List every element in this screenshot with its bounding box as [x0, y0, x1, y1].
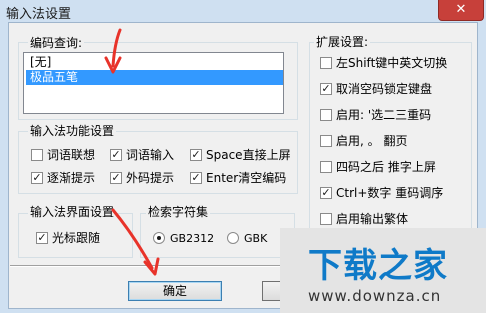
- checkbox-label: 四码之后 推字上屏: [336, 160, 436, 174]
- separator: [10, 265, 300, 267]
- check-icon[interactable]: ✓: [36, 232, 48, 244]
- checkbox-box[interactable]: [320, 213, 332, 225]
- extended-settings-label: 扩展设置:: [314, 35, 371, 49]
- checkbox-label: 取消空码锁定键盘: [336, 82, 433, 96]
- ui-settings-label: 输入法界面设置: [28, 205, 117, 219]
- list-item-selected[interactable]: 极品五笔: [26, 70, 283, 85]
- checkbox-box[interactable]: [320, 109, 332, 121]
- checkbox-box[interactable]: [320, 57, 332, 69]
- radio-dot-icon: [157, 236, 161, 240]
- checkbox-box[interactable]: [320, 161, 332, 173]
- ok-button[interactable]: 确定: [128, 281, 222, 301]
- check-icon[interactable]: ✓: [190, 172, 202, 184]
- checkbox-label: 外码提示: [126, 171, 175, 185]
- check-icon[interactable]: ✓: [110, 149, 122, 161]
- checkbox-label: 启用输出繁体: [336, 212, 409, 226]
- check-icon[interactable]: ✓: [320, 187, 332, 199]
- title-bar[interactable]: 输入法设置 ✕: [0, 0, 486, 22]
- checkbox-label: 启用: '选二三重码: [336, 108, 432, 122]
- window-title: 输入法设置: [6, 7, 72, 22]
- close-button[interactable]: ✕: [438, 0, 484, 21]
- checkbox-box[interactable]: [320, 135, 332, 147]
- settings-window: 输入法设置 ✕ 编码查询: [无] 极品五笔 输入法功能设置 词语联想 ✓ 词语输…: [0, 0, 486, 313]
- checkbox-box[interactable]: [31, 149, 43, 161]
- check-icon[interactable]: ✓: [320, 83, 332, 95]
- checkbox-label: Ctrl+数字 重码调序: [336, 186, 444, 200]
- checkbox-label: 词语联想: [47, 148, 96, 162]
- watermark-title: 下载之家: [308, 246, 448, 286]
- checkbox-label: 左Shift键中英文切换: [336, 56, 448, 70]
- watermark-url: www.downza.cn: [308, 287, 442, 305]
- close-icon: ✕: [455, 2, 467, 17]
- encoding-query-list[interactable]: [无] 极品五笔: [23, 52, 284, 114]
- check-icon[interactable]: ✓: [110, 172, 122, 184]
- radio-label: GBK: [244, 232, 268, 245]
- checkbox-label: 逐渐提示: [47, 171, 96, 185]
- checkbox-label: Space直接上屏: [206, 148, 291, 162]
- check-icon[interactable]: ✓: [190, 149, 202, 161]
- radio-circle[interactable]: [227, 232, 239, 244]
- function-settings-label: 输入法功能设置: [28, 124, 117, 138]
- watermark-logo: 下载之家 www.downza.cn: [280, 228, 486, 313]
- checkbox-label: Enter清空编码: [206, 171, 287, 185]
- checkbox-label: 词语输入: [126, 148, 175, 162]
- checkbox-label: 启用, 。 翻页: [336, 134, 408, 148]
- charset-label: 检索字符集: [146, 205, 211, 219]
- radio-label: GB2312: [170, 232, 215, 245]
- checkbox-label: 光标跟随: [52, 231, 101, 245]
- list-item[interactable]: [无]: [26, 55, 55, 70]
- check-icon[interactable]: ✓: [31, 172, 43, 184]
- encoding-query-label: 编码查询:: [28, 36, 85, 50]
- radio-circle[interactable]: [153, 232, 165, 244]
